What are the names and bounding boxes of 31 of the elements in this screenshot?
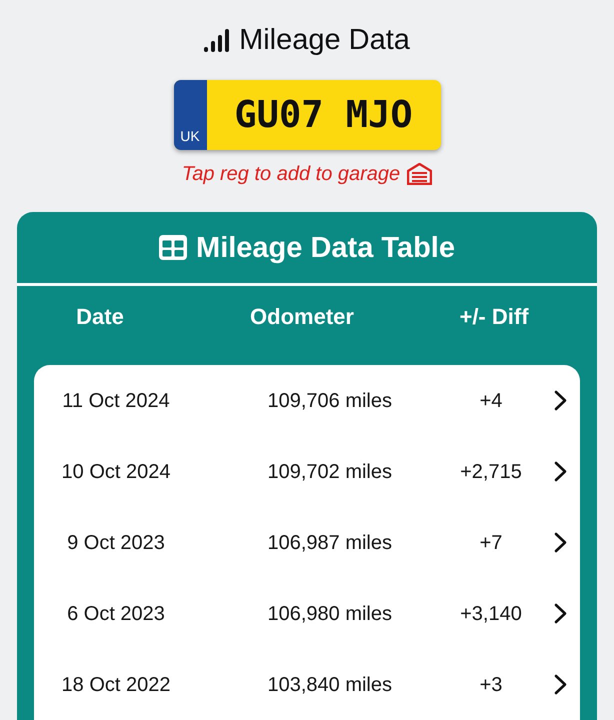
diff-cell: +3,140 [460, 602, 522, 626]
country-band: UK [174, 80, 206, 150]
date-cell: 9 Oct 2023 [67, 530, 165, 554]
garage-hint[interactable]: Tap reg to add to garage [182, 162, 400, 186]
odometer-cell: 103,840 miles [267, 672, 392, 696]
table-icon [159, 235, 188, 260]
diff-cell: +4 [480, 388, 502, 412]
diff-cell: +7 [480, 530, 502, 554]
date-cell: 11 Oct 2024 [62, 388, 170, 412]
chevron-right-icon[interactable] [554, 674, 567, 695]
table-title: Mileage Data Table [196, 230, 455, 264]
date-cell: 18 Oct 2022 [62, 672, 170, 696]
odometer-cell: 106,980 miles [267, 602, 392, 626]
chevron-right-icon[interactable] [554, 390, 567, 411]
diff-cell: +3 [480, 672, 502, 696]
column-header: Date [76, 304, 124, 330]
odometer-cell: 106,987 miles [267, 530, 392, 554]
garage-icon [407, 163, 432, 185]
column-header: Odometer [250, 304, 354, 330]
signal-bars-icon [204, 28, 230, 52]
chevron-right-icon[interactable] [554, 532, 567, 553]
diff-cell: +2,715 [460, 460, 522, 484]
page-title: Mileage Data [239, 23, 410, 57]
chevron-right-icon[interactable] [554, 603, 567, 624]
number-plate[interactable]: UK GU07 MJO [174, 80, 440, 150]
date-cell: 10 Oct 2024 [62, 460, 170, 484]
date-cell: 6 Oct 2023 [67, 602, 165, 626]
odometer-cell: 109,702 miles [267, 460, 392, 484]
odometer-cell: 109,706 miles [267, 388, 392, 412]
column-header: +/- Diff [459, 304, 529, 330]
chevron-right-icon[interactable] [554, 461, 567, 482]
